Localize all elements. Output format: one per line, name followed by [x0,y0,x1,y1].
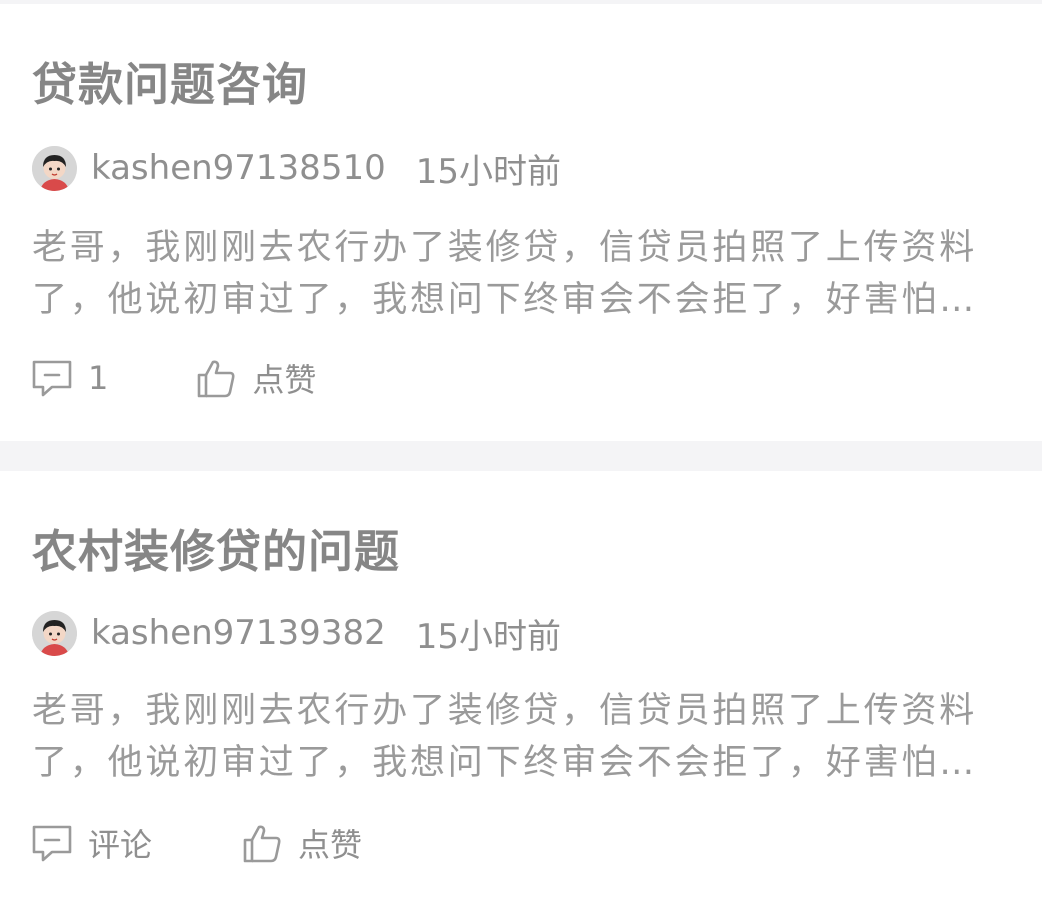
post-excerpt[interactable]: 老哥，我刚刚去农行办了装修贷，信贷员拍照了上传资料 了，他说初审过了，我想问下终… [32,685,1010,789]
thumbs-up-icon [242,823,282,863]
post-card[interactable]: 贷款问题咨询 kashen97138510 15小时前 老哥，我刚刚去农行办了装… [0,4,1042,441]
like-button[interactable]: 点赞 [242,820,362,866]
post-time: 15小时前 [415,616,561,657]
post-meta: kashen97138510 15小时前 [32,145,561,192]
post-time: 15小时前 [415,151,561,192]
post-actions: 评论 点赞 [32,821,362,865]
post-card[interactable]: 农村装修贷的问题 kashen97139382 15小时前 老哥，我刚刚去农行办… [0,471,1042,906]
username[interactable]: kashen97138510 [91,148,386,188]
post-title[interactable]: 贷款问题咨询 [32,62,308,107]
post-title[interactable]: 农村装修贷的问题 [32,529,400,574]
post-excerpt[interactable]: 老哥，我刚刚去农行办了装修贷，信贷员拍照了上传资料 了，他说初审过了，我想问下终… [32,222,1010,326]
comment-button[interactable]: 1 [32,358,108,398]
like-label: 点赞 [252,361,317,399]
excerpt-line: 老哥，我刚刚去农行办了装修贷，信贷员拍照了上传资料 [32,228,978,268]
avatar[interactable] [32,610,77,656]
username[interactable]: kashen97139382 [91,613,386,653]
like-label: 点赞 [298,826,363,864]
comment-icon [32,823,72,863]
post-actions: 1 点赞 [32,356,316,400]
thumbs-up-icon [196,358,236,398]
avatar[interactable] [32,145,77,191]
comment-icon [32,358,72,398]
excerpt-line: 了，他说初审过了，我想问下终审会不会拒了，好害怕… [32,280,978,320]
excerpt-line: 老哥，我刚刚去农行办了装修贷，信贷员拍照了上传资料 [32,691,978,731]
comment-button[interactable]: 评论 [32,820,152,866]
comment-count: 1 [88,359,109,397]
excerpt-line: 了，他说初审过了，我想问下终审会不会拒了，好害怕… [32,743,978,783]
post-separator [0,441,1042,471]
comment-label: 评论 [88,826,153,864]
like-button[interactable]: 点赞 [196,355,316,401]
post-meta: kashen97139382 15小时前 [32,610,561,657]
